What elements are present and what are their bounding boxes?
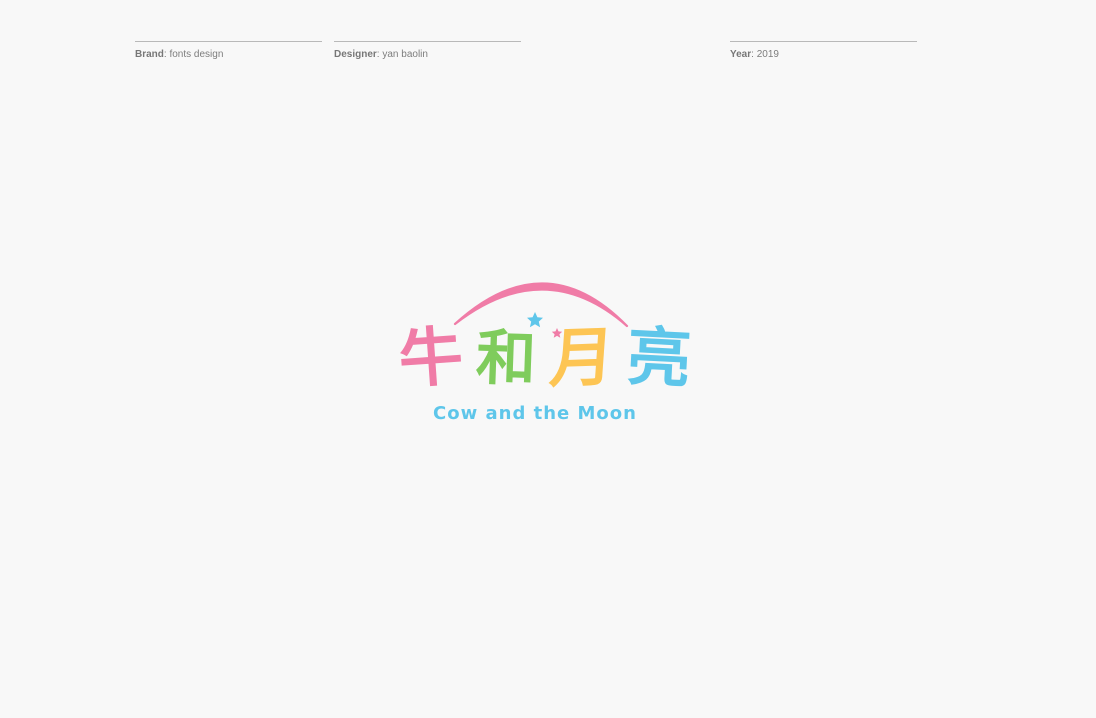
- logo: 牛 和 月 亮 Cow and the Moon: [395, 272, 695, 432]
- logo-char-and: 和: [475, 322, 538, 396]
- logo-char-bright: 亮: [625, 320, 693, 398]
- logo-wordmark: 牛 和 月 亮: [396, 316, 693, 402]
- meta-year-value: : 2019: [751, 49, 779, 60]
- meta-year: Year: 2019: [730, 41, 917, 60]
- logo-char-cow: 牛: [396, 319, 466, 399]
- logo-subtitle: Cow and the Moon: [433, 403, 637, 424]
- meta-brand: Brand: fonts design: [135, 41, 322, 60]
- meta-designer-value: : yan baolin: [376, 49, 428, 60]
- meta-designer: Designer: yan baolin: [334, 41, 521, 60]
- meta-brand-value: : fonts design: [163, 49, 224, 60]
- meta-year-key: Year: [730, 49, 752, 60]
- meta-designer-key: Designer: [334, 49, 377, 60]
- meta-brand-key: Brand: [135, 49, 164, 60]
- logo-char-moon: 月: [547, 320, 617, 398]
